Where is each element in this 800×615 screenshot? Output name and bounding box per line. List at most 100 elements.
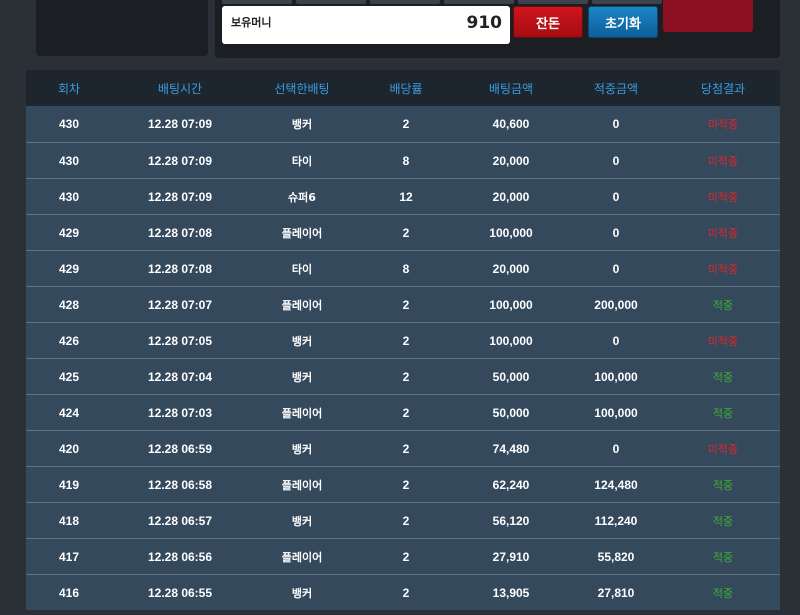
- cell-pick: 뱅커: [291, 442, 313, 456]
- cell-round: 426: [58, 333, 80, 348]
- cell-result: 적중: [712, 371, 734, 384]
- cell-bet: 20,000: [492, 189, 530, 204]
- tab-strip: [222, 0, 662, 5]
- cell-win: 100,000: [594, 405, 638, 420]
- table-row: 429 12.28 07:08 타이 8 20,000 0 미적중: [26, 250, 780, 286]
- cell-time: 12.28 07:08: [147, 225, 213, 240]
- col-header-bet[interactable]: 배팅금액: [456, 80, 566, 97]
- cell-time: 12.28 06:56: [147, 549, 213, 564]
- cell-round: 417: [58, 549, 80, 564]
- cell-odds: 2: [402, 117, 410, 131]
- cell-time: 12.28 07:07: [147, 297, 213, 312]
- tab-stub[interactable]: [592, 0, 662, 4]
- tab-stub[interactable]: [370, 0, 440, 4]
- cell-odds: 2: [402, 513, 410, 528]
- table-body: 430 12.28 07:09 뱅커 2 40,600 0 미적중 430 12.28 07:0…: [26, 106, 780, 610]
- cell-bet: 56,120: [492, 513, 530, 528]
- cell-round: 419: [58, 477, 80, 492]
- cell-time: 12.28 07:05: [147, 333, 213, 348]
- table-row: 420 12.28 06:59 뱅커 2 74,480 0 미적중: [26, 430, 780, 466]
- col-header-round[interactable]: 회차: [26, 80, 112, 97]
- cell-round: 429: [58, 225, 80, 240]
- cell-odds: 8: [402, 153, 410, 168]
- table-row: 425 12.28 07:04 뱅커 2 50,000 100,000 적중: [26, 358, 780, 394]
- cell-bet: 62,240: [492, 477, 530, 492]
- cell-round: 424: [58, 405, 80, 420]
- cell-result: 적중: [712, 515, 734, 528]
- cell-win: 0: [612, 261, 620, 276]
- cell-result: 적중: [712, 551, 734, 564]
- tab-stub[interactable]: [518, 0, 588, 4]
- col-header-pick[interactable]: 선택한배팅: [248, 80, 356, 97]
- cell-time: 12.28 06:55: [147, 585, 213, 600]
- red-action-button[interactable]: [663, 0, 753, 32]
- cell-pick: 슈퍼6: [288, 190, 316, 204]
- col-header-time[interactable]: 배팅시간: [112, 80, 248, 97]
- money-value: 910: [466, 13, 503, 33]
- col-header-win[interactable]: 적중금액: [566, 80, 666, 97]
- cell-round: 420: [58, 441, 80, 456]
- cell-win: 0: [612, 225, 620, 240]
- cell-pick: 타이: [291, 154, 313, 168]
- table-header: 회차 배팅시간 선택한배팅 배당률 배팅금액 적중금액 당첨결과: [26, 70, 780, 106]
- table-row: 424 12.28 07:03 플레이어 2 50,000 100,000 적중: [26, 394, 780, 430]
- cell-win: 0: [612, 189, 620, 204]
- cell-win: 0: [612, 333, 620, 348]
- cell-bet: 100,000: [489, 297, 533, 312]
- cell-bet: 100,000: [489, 333, 533, 348]
- left-info-box: [36, 0, 208, 56]
- cell-win: 100,000: [594, 369, 638, 384]
- cell-pick: 뱅커: [291, 370, 313, 384]
- reset-button[interactable]: 초기화: [588, 6, 658, 38]
- cell-win: 124,480: [594, 477, 638, 492]
- cell-round: 425: [58, 369, 80, 384]
- cell-odds: 2: [402, 297, 410, 312]
- cell-result: 적중: [712, 407, 734, 420]
- top-panel: 보유머니 910 잔돈 초기화: [0, 0, 800, 70]
- cell-result: 적중: [712, 587, 734, 600]
- table-row: 416 12.28 06:55 뱅커 2 13,905 27,810 적중: [26, 574, 780, 610]
- cell-odds: 2: [402, 585, 410, 600]
- cell-win: 0: [612, 441, 620, 456]
- money-label: 보유머니: [231, 16, 272, 29]
- cell-pick: 뱅커: [291, 118, 313, 131]
- bet-history-table: 회차 배팅시간 선택한배팅 배당률 배팅금액 적중금액 당첨결과 430 12.2…: [26, 70, 780, 610]
- balance-button[interactable]: 잔돈: [513, 6, 583, 38]
- col-header-odds[interactable]: 배당률: [356, 80, 456, 97]
- money-display: 보유머니 910: [222, 6, 510, 44]
- cell-bet: 27,910: [492, 549, 530, 564]
- cell-time: 12.28 06:57: [147, 513, 213, 528]
- cell-bet: 74,480: [492, 441, 530, 456]
- cell-pick: 플레이어: [281, 550, 323, 564]
- cell-round: 416: [58, 585, 80, 600]
- table-row: 418 12.28 06:57 뱅커 2 56,120 112,240 적중: [26, 502, 780, 538]
- cell-pick: 뱅커: [291, 514, 313, 528]
- cell-bet: 50,000: [492, 369, 530, 384]
- cell-bet: 100,000: [489, 225, 533, 240]
- cell-win: 0: [612, 117, 620, 131]
- cell-round: 418: [58, 513, 80, 528]
- cell-time: 12.28 06:58: [147, 477, 213, 492]
- tab-stub[interactable]: [296, 0, 366, 4]
- cell-result: 미적중: [707, 119, 739, 131]
- cell-win: 200,000: [594, 297, 638, 312]
- cell-pick: 플레이어: [281, 298, 323, 312]
- cell-odds: 2: [402, 477, 410, 492]
- table-row: 430 12.28 07:09 타이 8 20,000 0 미적중: [26, 142, 780, 178]
- cell-win: 0: [612, 153, 620, 168]
- cell-odds: 12: [399, 189, 413, 204]
- tab-stub[interactable]: [444, 0, 514, 4]
- cell-odds: 2: [402, 441, 410, 456]
- table-row: 426 12.28 07:05 뱅커 2 100,000 0 미적중: [26, 322, 780, 358]
- cell-odds: 8: [402, 261, 410, 276]
- cell-pick: 뱅커: [291, 334, 313, 348]
- cell-round: 428: [58, 297, 80, 312]
- cell-win: 27,810: [597, 585, 635, 600]
- cell-result: 적중: [712, 479, 734, 492]
- cell-win: 112,240: [594, 513, 638, 528]
- cell-pick: 플레이어: [281, 226, 323, 240]
- col-header-result[interactable]: 당첨결과: [666, 80, 780, 97]
- cell-pick: 플레이어: [281, 478, 323, 492]
- cell-bet: 13,905: [492, 585, 530, 600]
- tab-stub[interactable]: [222, 0, 292, 4]
